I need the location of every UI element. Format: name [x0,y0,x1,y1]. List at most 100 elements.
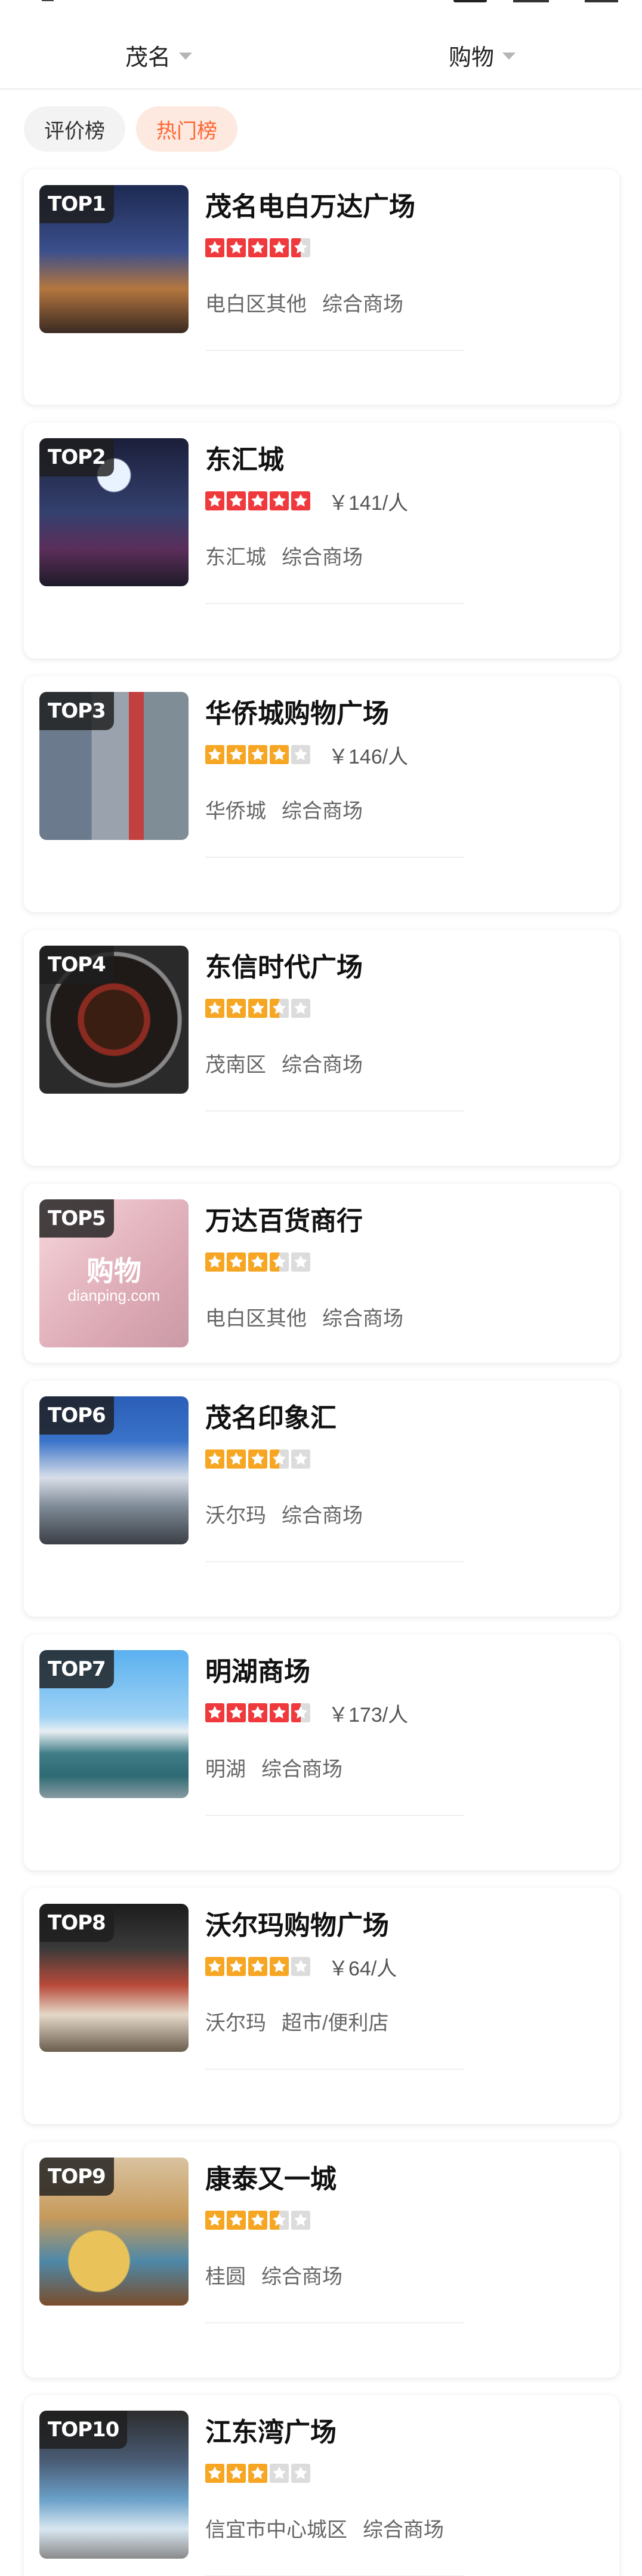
filter-bar: 茂名 购物 [0,24,642,90]
price-per-person: ￥141/人 [328,491,409,515]
caret-down-icon [502,53,516,60]
tab-rating-ranking[interactable]: 评价榜 [24,106,125,152]
rating-row: ￥64/人 [205,1955,397,1980]
star-icon [248,2211,267,2230]
store-category: 综合商场 [282,800,363,823]
price-per-person: ￥64/人 [328,1957,397,1980]
star-icon [227,2211,246,2230]
list-item[interactable]: 购物 dianping.com TOP5 万达百货商行 电白区其他 综合商场 [24,1184,619,1363]
star-icon [270,1252,289,1272]
store-category: 综合商场 [282,1504,363,1527]
store-category: 综合商场 [282,1054,363,1076]
store-thumbnail: TOP6 [39,1396,189,1544]
star-icon [205,1703,224,1722]
store-name[interactable]: 沃尔玛购物广场 [205,1904,389,1942]
store-thumbnail: TOP9 [39,2158,189,2306]
category-filter-label: 购物 [449,45,495,70]
rank-badge: TOP7 [39,1650,114,1688]
star-icon [205,2211,224,2230]
divider [205,1110,464,1112]
store-thumbnail: TOP10 [39,2411,189,2559]
list-item[interactable]: TOP8 沃尔玛购物广场 ￥64/人 沃尔玛 超市/便利店 [24,1888,619,2124]
store-name[interactable]: 万达百货商行 [205,1199,363,1238]
store-name[interactable]: 江东湾广场 [205,2411,337,2449]
list-item[interactable]: TOP7 明湖商场 ￥173/人 明湖 综合商场 [24,1635,619,1870]
star-rating [205,1703,310,1722]
store-meta: 明湖 综合商场 [205,1753,342,1782]
category-filter-dropdown[interactable]: 购物 [449,37,516,73]
status-indicator [513,0,549,2]
star-icon [270,491,289,510]
store-meta: 桂圆 综合商场 [205,2260,342,2289]
store-name[interactable]: 明湖商场 [205,1650,310,1688]
divider [205,350,464,351]
store-meta: 茂南区 综合商场 [205,1048,363,1078]
list-item[interactable]: TOP4 东信时代广场茂南区 综合商场 [24,930,619,1166]
list-item[interactable]: TOP1 茂名电白万达广场电白区其他 综合商场 [24,170,619,405]
store-name[interactable]: 茂名印象汇 [205,1396,337,1435]
star-icon [270,2211,289,2230]
star-icon [270,1449,289,1469]
rank-badge: TOP5 [39,1199,114,1238]
list-item[interactable]: TOP6 茂名印象汇沃尔玛 综合商场 [24,1381,619,1617]
list-item[interactable]: TOP3 华侨城购物广场 ￥146/人 华侨城 综合商场 [24,676,619,912]
ranking-tabs: 评价榜 热门榜 [24,106,237,152]
caret-down-icon [179,53,193,60]
list-item[interactable]: TOP10 江东湾广场 信宜市中心城区 综合商场 [24,2395,619,2576]
rank-badge: TOP10 [39,2411,128,2449]
store-thumbnail: TOP7 [39,1650,189,1798]
star-icon [248,745,267,764]
list-item[interactable]: TOP9 康泰又一城桂圆 综合商场 [24,2142,619,2378]
rating-row: ￥146/人 [205,743,408,768]
star-icon [205,238,224,257]
star-icon [248,238,267,257]
star-icon [205,1957,224,1976]
store-area: 电白区其他 [205,1307,307,1330]
star-rating [205,2464,310,2483]
star-icon [291,2211,310,2230]
store-area: 电白区其他 [205,293,307,316]
store-name[interactable]: 华侨城购物广场 [205,692,389,730]
rating-row [205,2209,310,2232]
star-icon [227,1957,246,1976]
city-filter-dropdown[interactable]: 茂名 [125,37,193,73]
tab-hot-ranking[interactable]: 热门榜 [136,106,237,152]
star-icon [227,238,246,257]
star-icon [291,1252,310,1272]
star-icon [205,999,224,1018]
star-icon [205,491,224,510]
rank-badge: TOP6 [39,1396,114,1435]
placeholder-watermark: dianping.com [67,1287,160,1304]
store-area: 茂南区 [205,1054,266,1076]
status-indicator [585,0,618,2]
star-icon [291,1957,310,1976]
list-item[interactable]: TOP2 东汇城 ￥141/人 东汇城 综合商场 [24,423,619,658]
store-thumbnail: TOP1 [39,185,189,333]
star-icon [270,1703,289,1722]
store-name[interactable]: 茂名电白万达广场 [205,185,415,223]
star-rating [205,1449,310,1469]
store-name[interactable]: 康泰又一城 [205,2158,337,2196]
store-meta: 华侨城 综合商场 [205,795,363,824]
store-category: 综合商场 [261,2266,342,2288]
store-area: 明湖 [205,1758,246,1781]
star-rating [205,491,310,510]
store-meta: 电白区其他 综合商场 [205,1302,403,1331]
store-category: 综合商场 [322,1307,403,1330]
store-meta: 沃尔玛 综合商场 [205,1499,363,1528]
star-icon [248,1449,267,1469]
star-icon [248,1252,267,1272]
store-name[interactable]: 东汇城 [205,438,284,476]
divider [205,603,464,604]
store-thumbnail: TOP4 [39,946,189,1094]
star-icon [270,999,289,1018]
store-category: 综合商场 [282,546,363,569]
store-meta: 沃尔玛 超市/便利店 [205,2006,388,2036]
star-icon [270,745,289,764]
rating-row: ￥141/人 [205,490,408,515]
store-category: 综合商场 [322,293,403,316]
rank-badge: TOP1 [39,185,114,223]
star-icon [270,238,289,257]
store-name[interactable]: 东信时代广场 [205,946,363,984]
store-area: 信宜市中心城区 [205,2519,347,2541]
